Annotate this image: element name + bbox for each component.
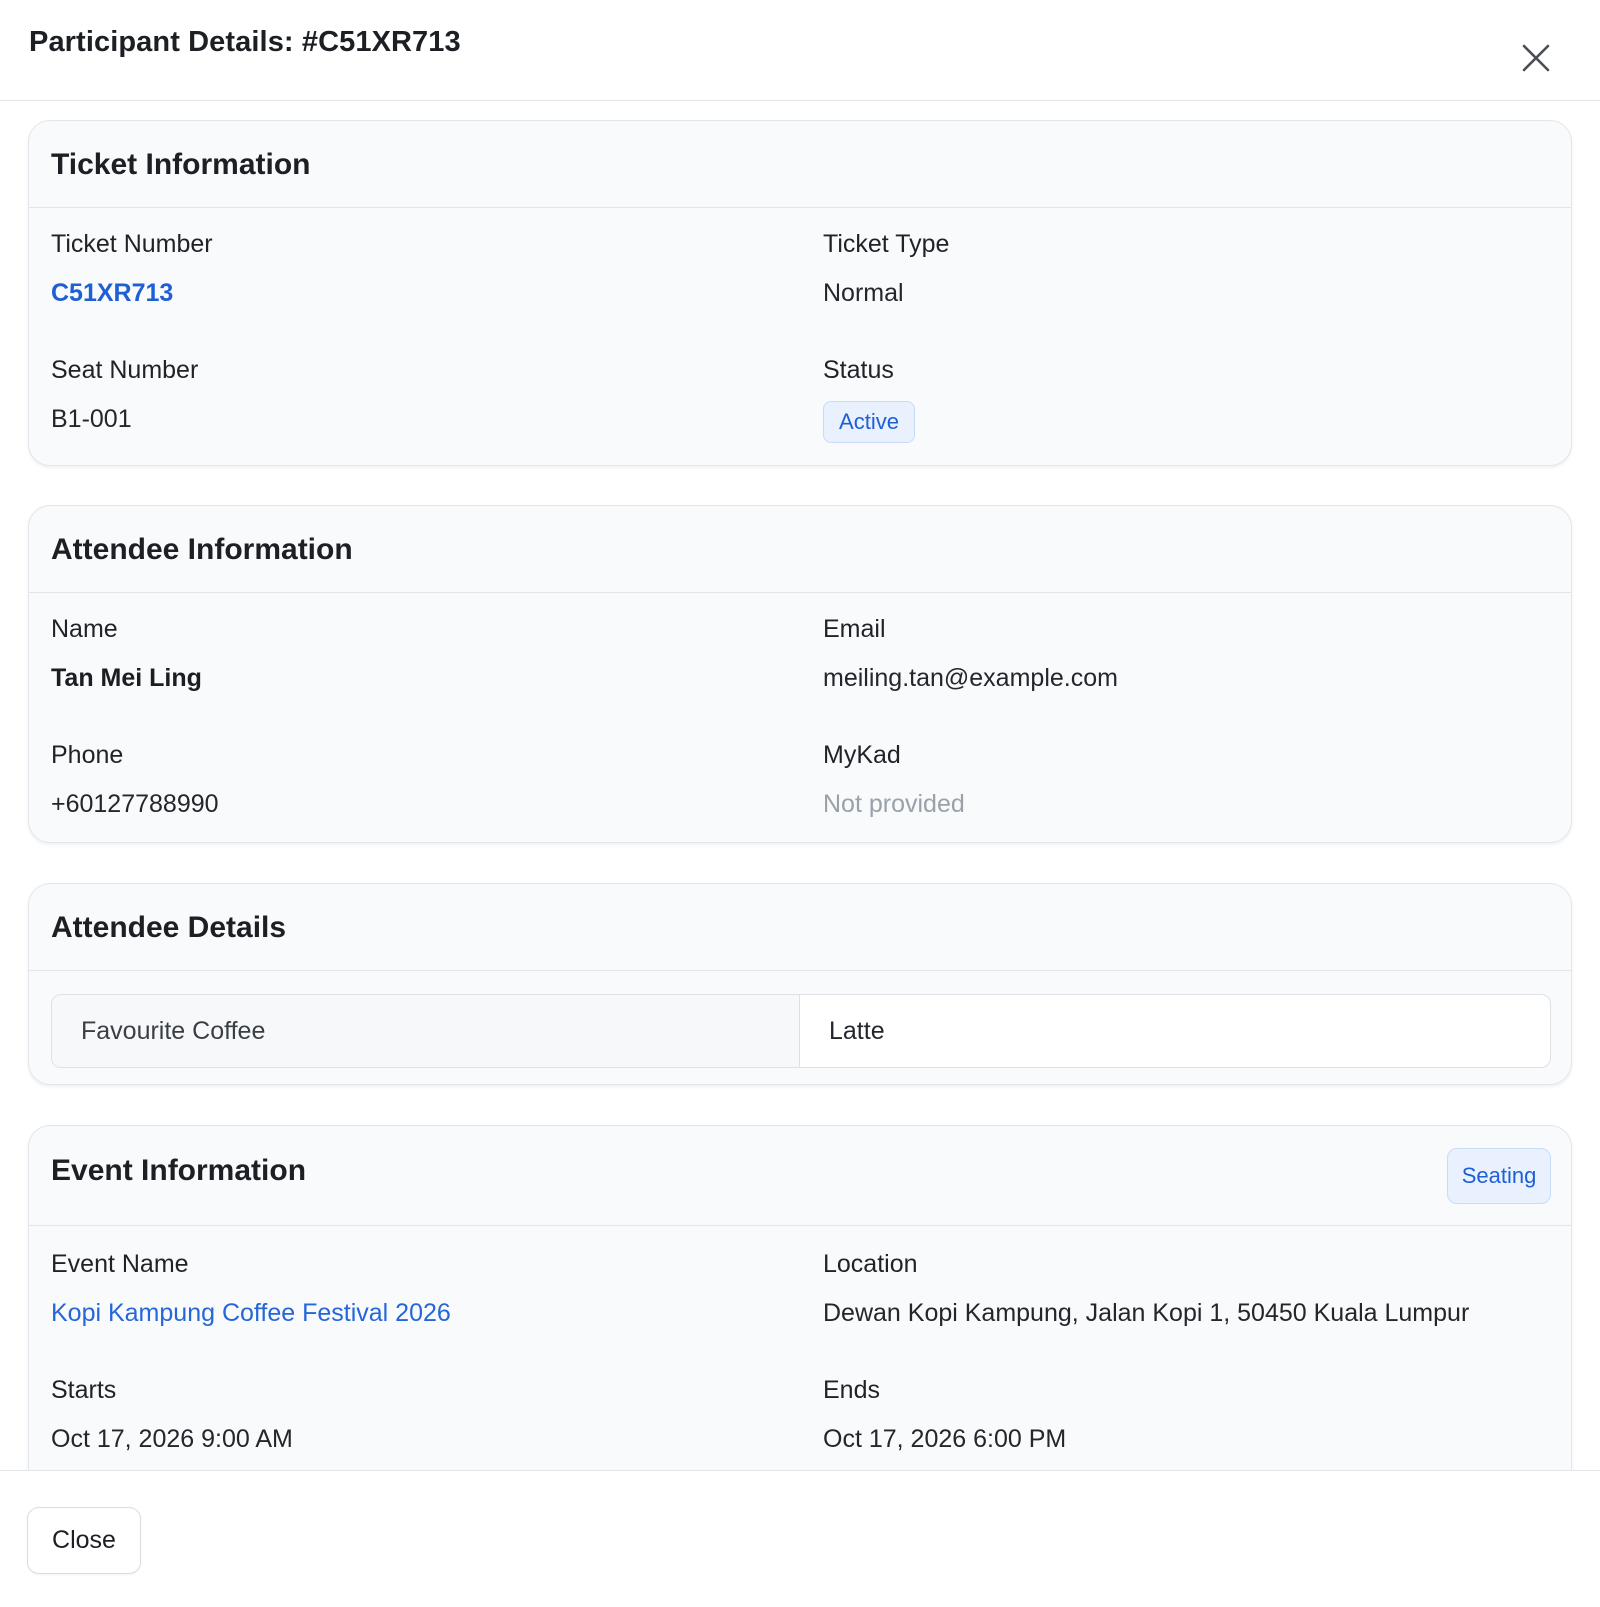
card-title: Event Information — [51, 1154, 307, 1187]
starts-label: Starts — [51, 1376, 117, 1404]
phone-label: Phone — [51, 741, 124, 769]
modal-footer: Close — [0, 1470, 1600, 1607]
ends-value: Oct 17, 2026 6:00 PM — [823, 1425, 1067, 1453]
name-value: Tan Mei Ling — [51, 664, 202, 692]
name-label: Name — [51, 615, 118, 643]
email-value: meiling.tan@example.com — [823, 664, 1118, 692]
attendee-information-header: Attendee Information — [29, 506, 1571, 593]
modal-body[interactable]: Ticket Information Ticket Number C51XR71… — [0, 102, 1600, 1470]
participant-details-modal: Participant Details: #C51XR713 Ticket In… — [0, 0, 1600, 1607]
seat-number-value: B1-001 — [51, 405, 132, 433]
mykad-label: MyKad — [823, 741, 901, 769]
ticket-information-card: Ticket Information Ticket Number C51XR71… — [28, 120, 1572, 466]
detail-key: Favourite Coffee — [52, 995, 800, 1067]
modal-header: Participant Details: #C51XR713 — [0, 0, 1600, 101]
location-label: Location — [823, 1250, 918, 1278]
seat-number-label: Seat Number — [51, 356, 199, 384]
ticket-information-header: Ticket Information — [29, 121, 1571, 208]
ticket-number-label: Ticket Number — [51, 230, 213, 258]
close-button[interactable]: Close — [27, 1507, 141, 1574]
ticket-type-value: Normal — [823, 279, 904, 307]
phone-value: +60127788990 — [51, 790, 219, 818]
mykad-value: Not provided — [823, 790, 965, 818]
attendee-information-card: Attendee Information Name Tan Mei Ling E… — [28, 505, 1572, 843]
attendee-details-table: Favourite Coffee Latte — [51, 994, 1551, 1068]
starts-value: Oct 17, 2026 9:00 AM — [51, 1425, 293, 1453]
modal-title: Participant Details: #C51XR713 — [29, 26, 461, 58]
ticket-type-label: Ticket Type — [823, 230, 950, 258]
attendee-details-card: Attendee Details Favourite Coffee Latte — [28, 883, 1572, 1085]
card-title: Attendee Details — [51, 911, 287, 944]
status-badge: Active — [823, 401, 915, 443]
ends-label: Ends — [823, 1376, 880, 1404]
detail-value: Latte — [829, 1016, 885, 1045]
email-label: Email — [823, 615, 886, 643]
close-icon[interactable] — [1516, 38, 1556, 78]
seating-button[interactable]: Seating — [1447, 1148, 1551, 1204]
event-information-card: Event Information Seating Event Name Kop… — [28, 1125, 1572, 1470]
card-title: Attendee Information — [51, 533, 353, 566]
attendee-details-header: Attendee Details — [29, 884, 1571, 971]
card-title: Ticket Information — [51, 148, 311, 181]
ticket-number-link[interactable]: C51XR713 — [51, 279, 173, 308]
event-name-label: Event Name — [51, 1250, 189, 1278]
location-value: Dewan Kopi Kampung, Jalan Kopi 1, 50450 … — [823, 1299, 1470, 1327]
event-information-header: Event Information Seating — [29, 1126, 1571, 1226]
event-name-link[interactable]: Kopi Kampung Coffee Festival 2026 — [51, 1299, 451, 1328]
status-label: Status — [823, 356, 894, 384]
